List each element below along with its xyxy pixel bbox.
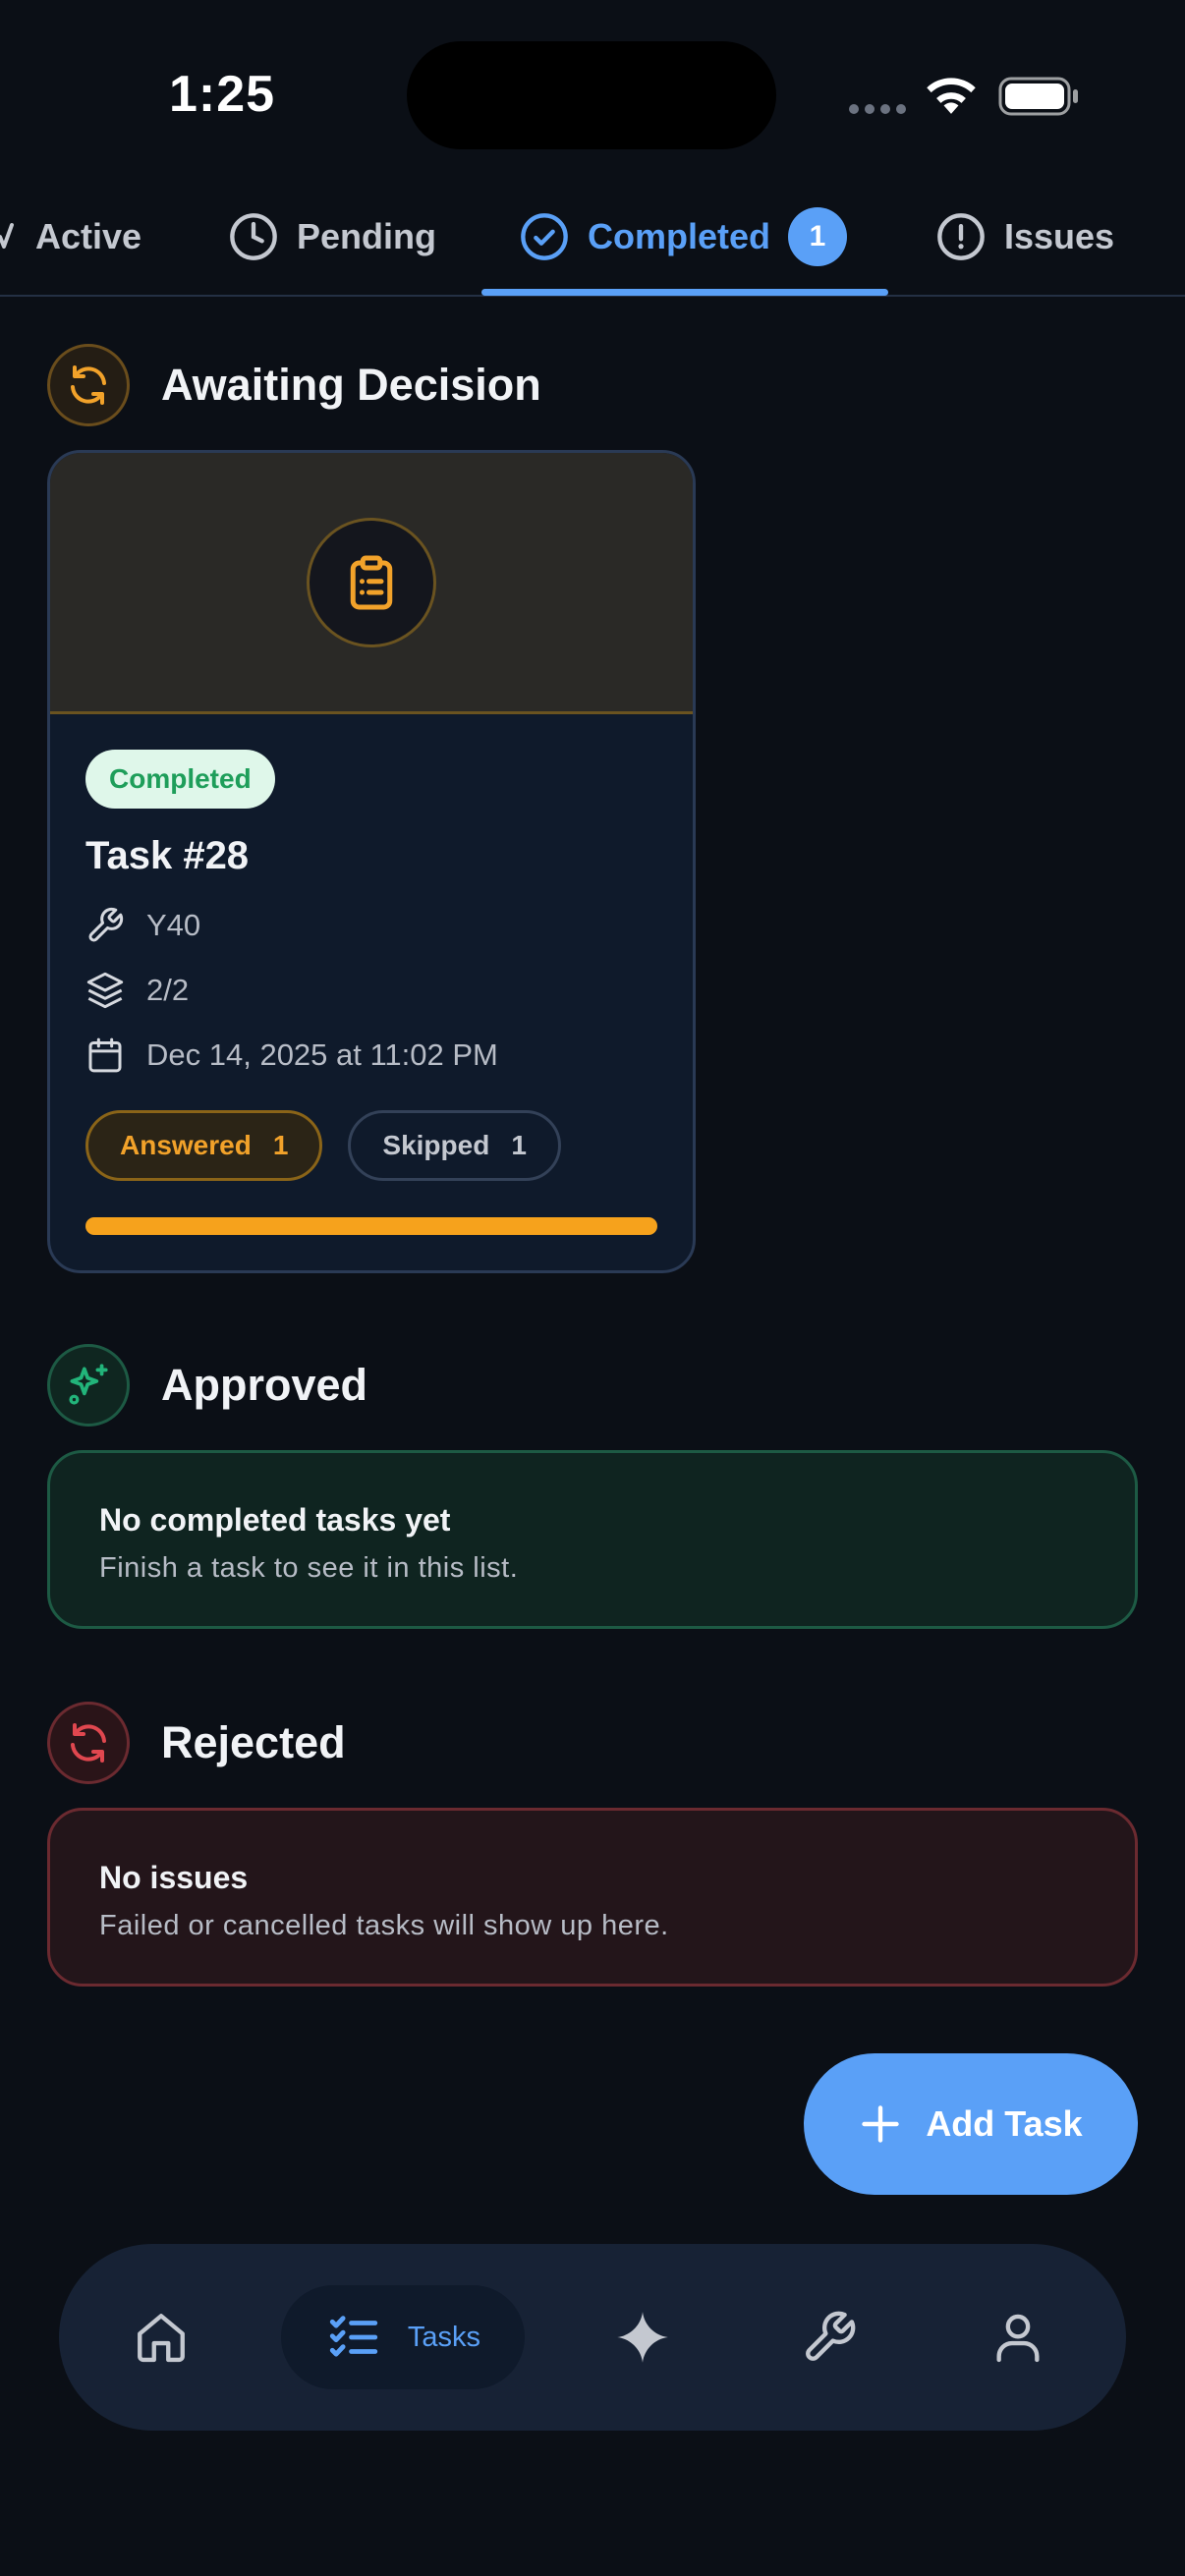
nav-profile[interactable]	[959, 2285, 1077, 2389]
sparkles-icon	[69, 1364, 108, 1405]
meta-layers-row: 2/2	[85, 969, 657, 1012]
tab-active[interactable]: Active	[0, 179, 141, 295]
task-title: Task #28	[85, 834, 250, 877]
refresh-icon	[71, 365, 106, 405]
alert-circle-icon	[937, 213, 985, 260]
clipboard-list-icon	[350, 555, 393, 609]
sparkle-icon	[617, 2312, 668, 2363]
tab-label: Issues	[1004, 216, 1115, 256]
meta-date-row: Dec 14, 2025 at 11:02 PM	[85, 1034, 657, 1077]
cellular-signal-icon	[849, 104, 906, 114]
user-icon	[996, 2314, 1040, 2363]
activity-icon	[0, 223, 14, 249]
clock-icon	[230, 213, 277, 260]
nav-tasks[interactable]: Tasks	[281, 2285, 525, 2389]
task-date: Dec 14, 2025 at 11:02 PM	[146, 1037, 498, 1072]
add-task-label: Add Task	[926, 2103, 1083, 2144]
dynamic-island	[407, 41, 776, 149]
tab-issues[interactable]: Issues	[935, 179, 1114, 295]
wifi-icon	[927, 78, 976, 114]
calendar-icon	[88, 1037, 122, 1073]
empty-state-subtitle: Finish a task to see it in this list.	[99, 1552, 519, 1584]
rejected-empty-state: No issues Failed or cancelled tasks will…	[47, 1808, 1138, 1987]
tab-pending[interactable]: Pending	[228, 179, 436, 295]
approved-empty-state: No completed tasks yet Finish a task to …	[47, 1450, 1138, 1629]
hero-icon-circle	[307, 517, 436, 647]
empty-state-title: No issues	[99, 1860, 249, 1895]
answered-count: 1	[272, 1130, 289, 1160]
nav-tasks-label: Tasks	[407, 2321, 481, 2353]
section-title: Rejected	[161, 1717, 346, 1767]
tool-name: Y40	[146, 908, 201, 942]
task-card[interactable]: Completed Task #28 Y40 2/2 Dec 14, 2025 …	[47, 450, 696, 1273]
add-task-button[interactable]: Add Task	[804, 2053, 1138, 2195]
layers-icon	[86, 972, 124, 1009]
section-icon-badge	[47, 1702, 130, 1784]
nav-tools[interactable]	[770, 2285, 888, 2389]
home-icon	[138, 2314, 185, 2363]
skipped-count: 1	[511, 1130, 527, 1160]
task-card-body: Completed Task #28 Y40 2/2 Dec 14, 2025 …	[50, 714, 693, 1181]
nav-home[interactable]	[102, 2285, 220, 2389]
skipped-chip[interactable]: Skipped 1	[348, 1110, 561, 1181]
tab-label: Completed	[588, 216, 771, 256]
tab-label: Pending	[297, 216, 436, 256]
battery-icon	[998, 77, 1078, 116]
section-awaiting-decision: Awaiting Decision	[47, 344, 541, 426]
wrench-icon	[806, 2311, 856, 2361]
progress-fill	[85, 1217, 657, 1235]
section-title: Approved	[161, 1360, 368, 1410]
section-rejected: Rejected	[47, 1702, 346, 1784]
section-title: Awaiting Decision	[161, 360, 541, 410]
skipped-label: Skipped	[382, 1130, 490, 1160]
layers-progress: 2/2	[146, 973, 190, 1007]
section-icon-badge	[47, 344, 130, 426]
list-check-icon	[329, 2316, 378, 2357]
status-badge: Completed	[85, 750, 275, 809]
tab-count-badge: 1	[788, 207, 848, 266]
answer-chips: Answered 1 Skipped 1	[85, 1110, 657, 1181]
empty-state-subtitle: Failed or cancelled tasks will show up h…	[99, 1910, 669, 1941]
status-tabs: Active Pending Completed 1 Issues	[0, 179, 1185, 297]
tab-underline	[481, 289, 888, 296]
section-approved: Approved	[47, 1344, 367, 1427]
answered-label: Answered	[120, 1130, 252, 1160]
status-time: 1:25	[169, 66, 276, 123]
meta-tool-row: Y40	[85, 904, 657, 947]
check-circle-icon	[521, 213, 568, 260]
empty-state-title: No completed tasks yet	[99, 1502, 451, 1538]
nav-ai[interactable]	[584, 2285, 702, 2389]
plus-icon	[862, 2105, 900, 2143]
tab-label: Active	[35, 216, 142, 256]
refresh-icon	[71, 1723, 106, 1763]
answered-chip[interactable]: Answered 1	[85, 1110, 323, 1181]
task-card-hero	[50, 453, 693, 714]
tab-completed[interactable]: Completed 1	[519, 179, 848, 295]
progress-bar	[85, 1217, 657, 1235]
bottom-nav: Tasks	[59, 2244, 1126, 2431]
wrench-icon	[88, 907, 124, 942]
section-icon-badge	[47, 1344, 130, 1427]
